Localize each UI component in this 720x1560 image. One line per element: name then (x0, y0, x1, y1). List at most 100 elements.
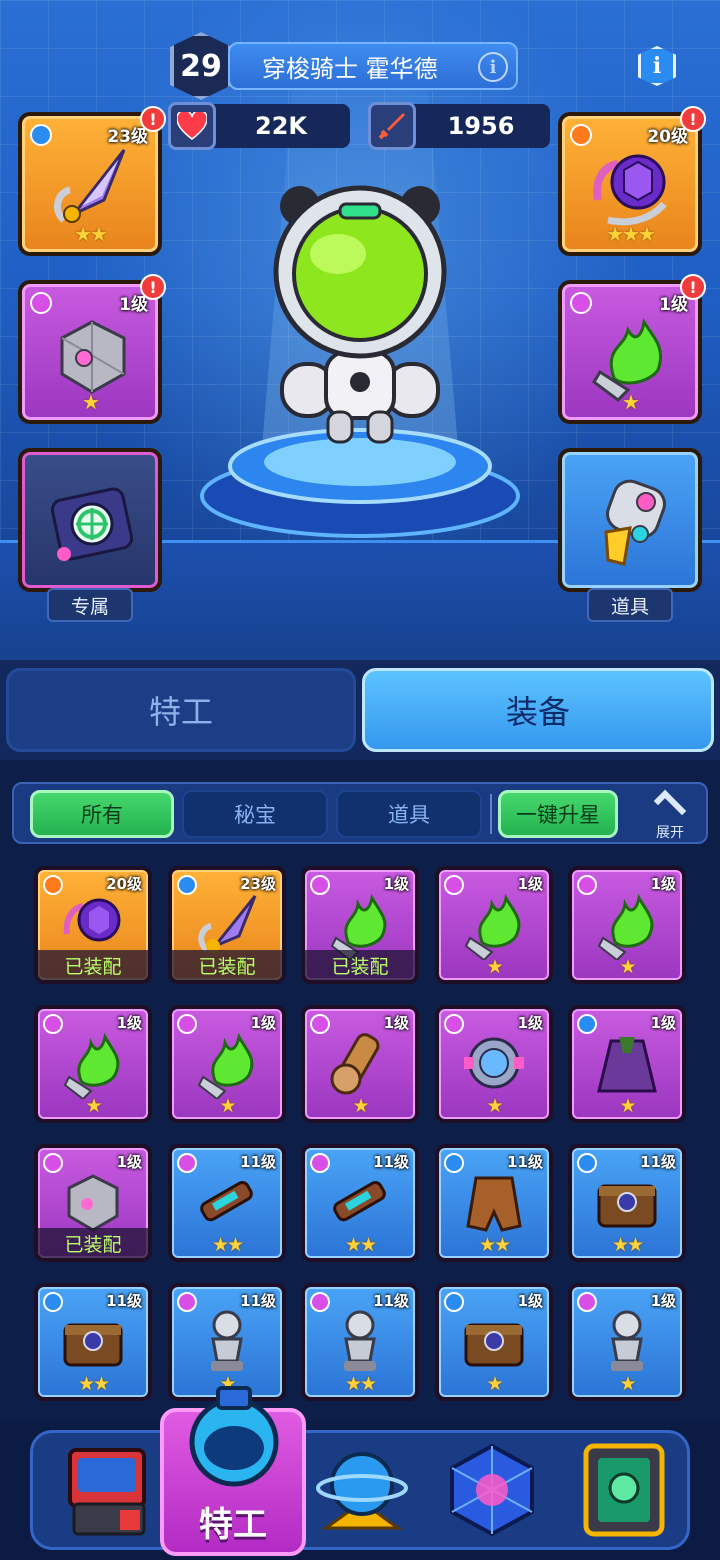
slot-stars: ★ (622, 390, 640, 414)
nav-agent-active[interactable]: 特工 (160, 1386, 306, 1556)
tab-equipment[interactable]: 装备 (362, 668, 714, 752)
expand-button[interactable]: 展开 (638, 786, 702, 842)
nav-agent-label: 特工 (199, 1505, 267, 1545)
laser-gun-icon (200, 1181, 253, 1222)
chevron-up-icon (653, 789, 687, 823)
green-flame-blade-icon (197, 1032, 254, 1099)
item-stars: ★ (619, 1373, 636, 1395)
inventory-item[interactable]: 11级 ★★ (568, 1144, 686, 1262)
inventory-item[interactable]: 11级 ★★ (168, 1144, 286, 1262)
nav-crystal[interactable] (442, 1440, 542, 1540)
treasure-chest-icon (464, 1323, 524, 1367)
item-stars: ★ (619, 1095, 636, 1117)
equipped-label: 已装配 (38, 950, 148, 980)
item-stars: ★ (352, 1095, 369, 1117)
silver-statue-icon (344, 1310, 376, 1371)
nav-shop[interactable] (60, 1440, 160, 1540)
game-screen: 29 穿梭骑士 霍华德 i i 22K 1956 23级 ! ★★ 1级 ! ★… (0, 0, 720, 1560)
green-flame-blade-icon (63, 1032, 120, 1099)
inventory-item[interactable]: 1级 ★ (168, 1005, 286, 1123)
item-stars: ★★ (611, 1234, 644, 1256)
heart-icon (168, 102, 216, 150)
leather-cape-icon (466, 1176, 522, 1232)
attack-stat: 1956 (368, 102, 550, 150)
slot-stars: ★★★ (606, 222, 656, 246)
filter-treasure[interactable]: 秘宝 (182, 790, 328, 838)
inventory-item[interactable]: 20级 已装配 (34, 866, 152, 984)
filter-bar: 所有 秘宝 道具 一键升星 展开 (12, 782, 708, 844)
inventory-item[interactable]: 11级 ★★ (34, 1283, 152, 1401)
inventory-item[interactable]: 1级 ★ (435, 866, 553, 984)
health-value: 22K (255, 112, 307, 140)
target-device-icon (50, 487, 134, 561)
equipped-label: 已装配 (305, 950, 415, 980)
equipped-label: 已装配 (38, 1228, 148, 1258)
equip-slot-right-1[interactable]: 20级 ! ★★★ (558, 106, 706, 256)
tab-agent[interactable]: 特工 (6, 668, 356, 752)
attack-value: 1956 (447, 112, 515, 140)
planet-icon (316, 1452, 408, 1530)
equip-slot-exclusive[interactable] (18, 448, 162, 592)
inventory-item[interactable]: 1级 已装配 (301, 866, 419, 984)
rocket-jar-icon (604, 479, 666, 566)
inventory-panel: 所有 秘宝 道具 一键升星 展开 20级 已装配 23级 已装配 1级 已装配 1级 ★ 1级 ★… (0, 760, 720, 1420)
inventory-item[interactable]: 1级 ★ (435, 1005, 553, 1123)
agent-info-icon[interactable]: i (478, 52, 508, 82)
agent-level: 29 (180, 48, 222, 84)
alert-icon: ! (140, 106, 166, 132)
laser-gun-icon (333, 1181, 386, 1222)
treasure-chest-icon (597, 1184, 657, 1228)
inventory-item[interactable]: 11级 ★★ (435, 1144, 553, 1262)
item-stars: ★ (219, 1095, 236, 1117)
inventory-item[interactable]: 11级 ★★ (301, 1283, 419, 1401)
nav-cards[interactable] (574, 1440, 674, 1540)
alert-icon: ! (680, 274, 706, 300)
crystal-cube-icon (450, 1443, 534, 1537)
item-stars: ★★ (344, 1373, 377, 1395)
item-stars: ★★ (211, 1234, 244, 1256)
item-stars: ★ (85, 1095, 102, 1117)
green-flame-blade-icon (597, 893, 654, 960)
inventory-item[interactable]: 1级 ★ (435, 1283, 553, 1401)
card-frame-icon (583, 1443, 665, 1537)
nav-planet[interactable] (312, 1440, 412, 1540)
health-stat: 22K (168, 102, 350, 150)
inventory-item[interactable]: 1级 ★ (568, 1283, 686, 1401)
scroll-gauntlet-icon (330, 1033, 380, 1095)
agent-showcase: 29 穿梭骑士 霍华德 i i 22K 1956 23级 ! ★★ 1级 ! ★… (0, 0, 720, 660)
shop-machine-icon (68, 1448, 146, 1536)
item-stars: ★★ (478, 1234, 511, 1256)
agent-name: 穿梭骑士 霍华德 (262, 54, 438, 83)
inventory-item[interactable]: 23级 已装配 (168, 866, 286, 984)
equip-slot-left-1[interactable]: 23级 ! ★★ (18, 106, 166, 256)
item-stars: ★★ (77, 1373, 110, 1395)
silver-statue-icon (611, 1310, 643, 1371)
item-stars: ★★ (344, 1234, 377, 1256)
inventory-item[interactable]: 1级 ★ (568, 866, 686, 984)
alert-icon: ! (680, 106, 706, 132)
inventory-item[interactable]: 1级 ★ (301, 1005, 419, 1123)
green-flame-blade-icon (464, 893, 521, 960)
filter-all[interactable]: 所有 (30, 790, 174, 838)
item-stars: ★ (486, 1095, 503, 1117)
expand-label: 展开 (656, 825, 684, 841)
item-stars: ★ (619, 956, 636, 978)
upgrade-all-button[interactable]: 一键升星 (498, 790, 618, 838)
inventory-item[interactable]: 1级 ★ (568, 1005, 686, 1123)
panda-astronaut-avatar (273, 185, 447, 444)
item-stars: ★ (486, 956, 503, 978)
inventory-item[interactable]: 1级 ★ (34, 1005, 152, 1123)
agent-name-bar[interactable]: 穿梭骑士 霍华德 i (228, 42, 518, 90)
energy-core-icon (464, 1037, 524, 1089)
filter-divider (490, 794, 492, 834)
exclusive-slot-label: 专属 (47, 588, 133, 622)
inventory-item[interactable]: 1级 已装配 (34, 1144, 152, 1262)
inventory-item[interactable]: 11级 ★★ (301, 1144, 419, 1262)
equip-slot-right-2[interactable]: 1级 ! ★ (558, 274, 706, 424)
slot-stars: ★ (82, 390, 100, 414)
filter-items[interactable]: 道具 (336, 790, 482, 838)
item-stars: ★ (486, 1373, 503, 1395)
equip-slot-item[interactable] (558, 448, 702, 592)
treasure-chest-icon (63, 1323, 123, 1367)
equip-slot-left-2[interactable]: 1级 ! ★ (18, 274, 166, 424)
